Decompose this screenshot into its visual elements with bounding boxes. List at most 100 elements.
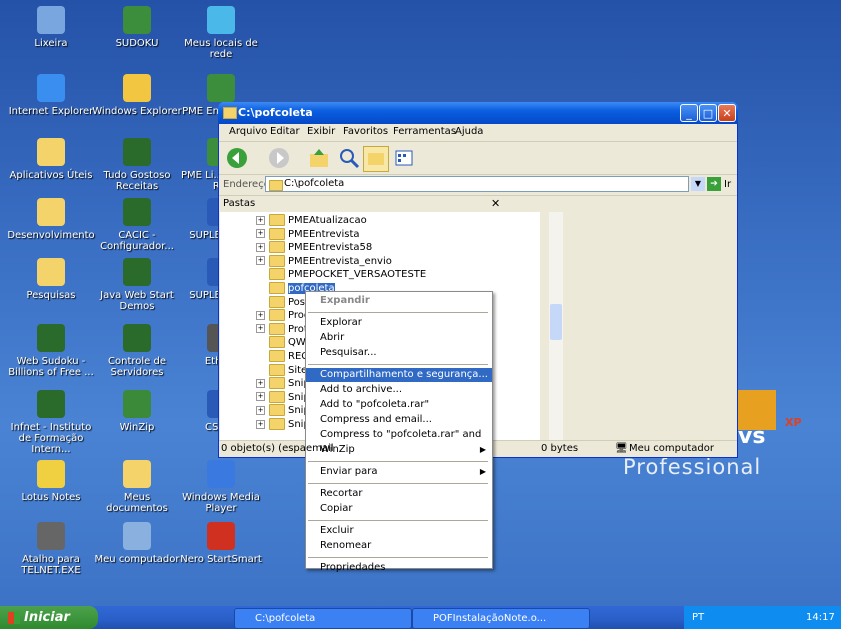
context-menu-item[interactable]: Abrir <box>306 331 492 345</box>
language-indicator[interactable]: PT <box>692 606 704 629</box>
context-menu-item[interactable]: Pesquisar... <box>306 346 492 360</box>
desktop-icon[interactable]: Atalho para TELNET.EXE <box>6 522 96 576</box>
tree-node[interactable]: + PMEAtualizacao <box>256 214 367 226</box>
minimize-button[interactable]: _ <box>680 104 698 122</box>
tree-node[interactable]: + PMEEntrevista <box>256 227 360 240</box>
title-bar[interactable]: C:\pofcoleta _ □ ✕ <box>218 102 738 124</box>
context-menu-item[interactable]: Propriedades <box>306 561 492 575</box>
address-input[interactable]: C:\pofcoleta <box>265 176 689 192</box>
desktop-icon[interactable]: WinZip <box>92 390 182 433</box>
expand-icon[interactable]: + <box>256 215 265 225</box>
expand-icon[interactable]: + <box>256 324 265 334</box>
quick-launch-icon[interactable] <box>112 610 200 625</box>
desktop-icon[interactable]: SUDOKU <box>92 6 182 49</box>
tree-node[interactable]: + Snip <box>256 418 310 430</box>
expand-icon[interactable]: + <box>256 378 265 388</box>
task-button-pofcoleta[interactable]: C:\pofcoleta <box>234 608 412 629</box>
tree-node[interactable]: + PMEEntrevista58 <box>256 241 373 254</box>
close-pane-icon[interactable]: ✕ <box>491 197 500 210</box>
tree-node[interactable]: QWS <box>256 336 312 349</box>
context-menu-item[interactable]: Compress to "pofcoleta.rar" and email <box>306 428 492 454</box>
desktop-icon[interactable]: Aplicativos Úteis <box>6 138 96 181</box>
forward-icon[interactable] <box>267 146 291 170</box>
go-icon[interactable]: ➔ <box>707 177 721 191</box>
tray-icons[interactable] <box>712 612 800 624</box>
context-menu-item[interactable]: Excluir <box>306 524 492 538</box>
back-icon[interactable] <box>225 146 249 170</box>
context-menu-item[interactable]: Recortar <box>306 487 492 501</box>
tree-node[interactable]: + Snip <box>256 404 310 417</box>
desktop-icon[interactable]: Infnet - Instituto de Formação Intern... <box>6 390 96 455</box>
folders-icon[interactable] <box>363 146 389 172</box>
computer-icon: 🖥 <box>615 443 628 454</box>
menu-exibir[interactable]: Exibir <box>307 126 335 137</box>
document-icon <box>207 74 235 102</box>
desktop-icon[interactable]: Meu computador <box>92 522 182 565</box>
menu-editar[interactable]: Editar <box>270 126 300 137</box>
expand-icon[interactable]: + <box>256 310 265 320</box>
expand-icon[interactable]: + <box>256 419 265 429</box>
tree-node[interactable]: Posi <box>256 295 308 308</box>
context-menu-item[interactable]: Compartilhamento e segurança... <box>306 368 492 382</box>
expand-icon[interactable]: + <box>256 229 265 239</box>
context-menu-item[interactable]: Explorar <box>306 316 492 330</box>
desktop-icon[interactable]: Java Web Start Demos <box>92 258 182 312</box>
menu-ferramentas[interactable]: Ferramentas <box>393 126 456 137</box>
desktop-icon[interactable]: Nero StartSmart <box>176 522 266 565</box>
context-menu-label: Abrir <box>320 332 345 343</box>
tree-node[interactable]: + Snip <box>256 377 310 390</box>
desktop-icon[interactable]: Controle de Servidores <box>92 324 182 378</box>
tree-node[interactable]: PMEPOCKET_VERSAOTESTE <box>256 268 426 281</box>
desktop-icon[interactable]: Internet Explorer <box>6 74 96 117</box>
desktop-icon[interactable]: Tudo Gostoso Receitas <box>92 138 182 192</box>
folder-icon <box>269 241 285 254</box>
context-menu-item[interactable]: Enviar para ▶ <box>306 465 492 479</box>
menu-arquivo[interactable]: Arquivo <box>229 126 267 137</box>
scroll-thumb[interactable] <box>550 304 562 340</box>
context-menu-item[interactable]: Compress and email... <box>306 413 492 427</box>
context-menu-item[interactable]: WinZip ▶ <box>306 443 492 457</box>
tree-node[interactable]: + Snip <box>256 390 310 403</box>
start-button[interactable]: Iniciar <box>0 606 98 629</box>
context-menu-item[interactable]: Renomear <box>306 539 492 553</box>
desktop-icon[interactable]: Windows Media Player <box>176 460 266 514</box>
menu-ajuda[interactable]: Ajuda <box>455 126 483 137</box>
search-icon[interactable] <box>337 146 361 170</box>
desktop-icon[interactable]: Windows Explorer <box>92 74 182 117</box>
desktop-icon[interactable]: Desenvolvimento <box>6 198 96 241</box>
address-label: Endereço <box>223 179 270 190</box>
context-menu-item[interactable]: Add to archive... <box>306 383 492 397</box>
tree-node[interactable]: Site <box>256 363 307 376</box>
context-menu-item[interactable]: Add to "pofcoleta.rar" <box>306 398 492 412</box>
views-icon[interactable] <box>393 146 417 170</box>
desktop-icon[interactable]: Meus documentos <box>92 460 182 514</box>
tree-node[interactable]: + Prot <box>256 322 308 335</box>
desktop-icon[interactable]: CACIC - Configurador... <box>92 198 182 252</box>
expand-icon[interactable]: + <box>256 392 265 402</box>
expand-icon[interactable]: + <box>256 242 265 252</box>
folder-icon <box>269 350 285 362</box>
desktop-icon[interactable]: Lotus Notes <box>6 460 96 503</box>
go-label[interactable]: Ir <box>724 179 731 190</box>
expand-icon[interactable]: + <box>256 256 265 266</box>
expand-icon[interactable]: + <box>256 405 265 415</box>
desktop-icon[interactable]: Web Sudoku - Billions of Free ... <box>6 324 96 378</box>
tree-node-label: PMEEntrevista58 <box>288 242 373 254</box>
desktop-icon[interactable]: Lixeira <box>6 6 96 49</box>
menu-favoritos[interactable]: Favoritos <box>343 126 388 137</box>
close-button[interactable]: ✕ <box>718 104 736 122</box>
tree-scrollbar[interactable] <box>549 212 563 440</box>
context-menu-label: Recortar <box>320 488 363 499</box>
tree-node[interactable]: + PMEEntrevista_envio <box>256 254 392 267</box>
desktop-icon[interactable]: Pesquisas <box>6 258 96 301</box>
dropdown-icon[interactable]: ▼ <box>691 177 705 191</box>
context-menu-item[interactable]: Copiar <box>306 502 492 516</box>
folder-up-icon[interactable] <box>307 146 331 170</box>
maximize-button[interactable]: □ <box>699 104 717 122</box>
desktop-icon[interactable]: Meus locais de rede <box>176 6 266 60</box>
tree-node[interactable]: + Prog <box>256 309 310 322</box>
task-button-pofinstalacao[interactable]: POFInstalaçãoNote.o... <box>412 608 590 629</box>
recycle-bin-icon <box>37 6 65 34</box>
context-menu-item[interactable]: Expandir <box>306 294 492 308</box>
tree-node[interactable]: REC <box>256 350 308 362</box>
